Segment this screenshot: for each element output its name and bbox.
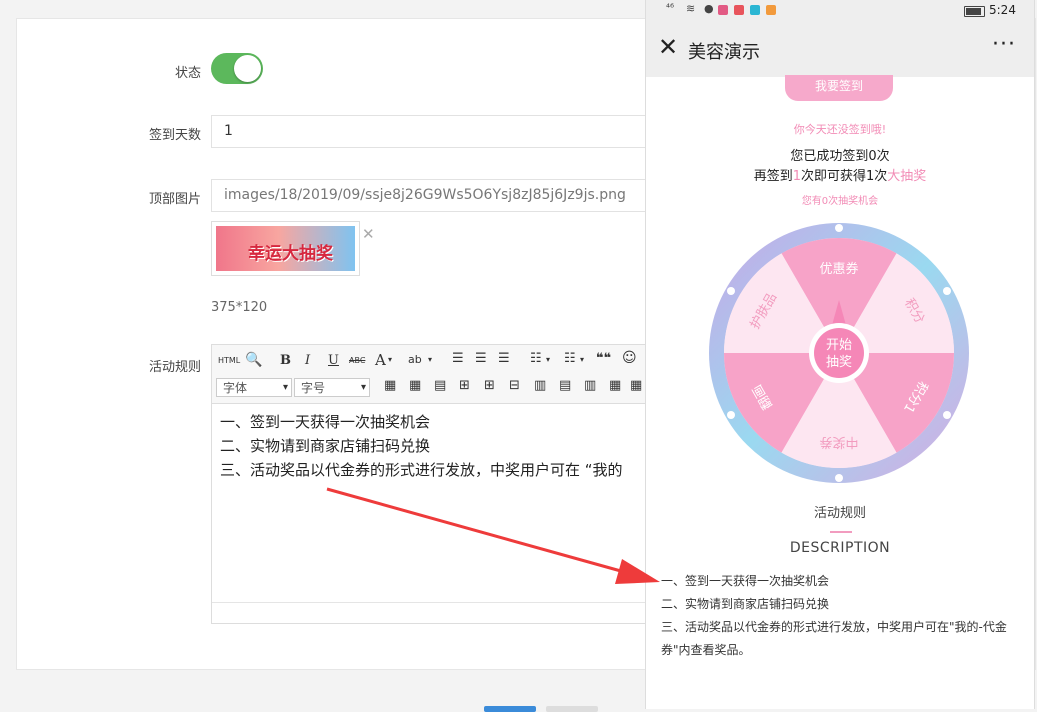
arrow-shaft	[326, 487, 629, 575]
annotation-arrow	[326, 487, 660, 584]
arrow-head-icon	[615, 559, 660, 584]
